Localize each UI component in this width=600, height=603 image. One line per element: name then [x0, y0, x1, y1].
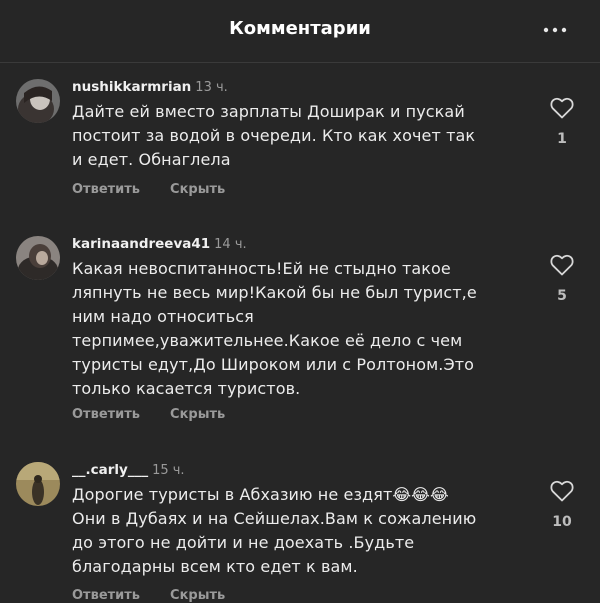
like-count: 1 — [557, 131, 567, 147]
heart-outline-icon[interactable] — [550, 480, 574, 502]
reply-button[interactable]: Ответить — [72, 588, 140, 603]
comment-meta: karinaandreeva41 14 ч. — [72, 236, 247, 252]
reply-button[interactable]: Ответить — [72, 407, 140, 422]
comment-time: 13 ч. — [195, 80, 228, 95]
header-divider — [0, 62, 600, 63]
avatar[interactable] — [16, 79, 60, 123]
comment-text: Какая невоспитанность!Ей не стыдно такое… — [72, 259, 477, 398]
heart-outline-icon[interactable] — [550, 97, 574, 119]
like-control: 10 — [548, 480, 576, 530]
heart-outline-icon[interactable] — [550, 254, 574, 276]
comment-text: Дайте ей вместо зарплаты Доширак и пуска… — [72, 102, 476, 169]
comment-actions: Ответить Скрыть — [72, 182, 255, 197]
like-count: 10 — [552, 514, 572, 530]
comment-actions: Ответить Скрыть — [72, 588, 255, 603]
username[interactable]: karinaandreeva41 — [72, 236, 210, 252]
hide-button[interactable]: Скрыть — [170, 407, 225, 422]
username[interactable]: nushikkarmrian — [72, 79, 191, 95]
like-control: 5 — [548, 254, 576, 304]
page-title: Комментарии — [229, 18, 371, 39]
avatar[interactable] — [16, 236, 60, 280]
hide-button[interactable]: Скрыть — [170, 182, 225, 197]
comment-meta: __.carly___ 15 ч. — [72, 462, 185, 478]
more-options-button[interactable] — [540, 18, 570, 42]
avatar[interactable] — [16, 462, 60, 506]
more-horizontal-icon — [543, 27, 567, 33]
comment-time: 14 ч. — [214, 237, 247, 252]
username[interactable]: __.carly___ — [72, 462, 148, 478]
comment-meta: nushikkarmrian 13 ч. — [72, 79, 228, 95]
comment-time: 15 ч. — [152, 463, 185, 478]
reply-button[interactable]: Ответить — [72, 182, 140, 197]
comment-text: Дорогие туристы в Абхазию не ездят😂😂😂 Он… — [72, 485, 477, 576]
like-count: 5 — [557, 288, 567, 304]
hide-button[interactable]: Скрыть — [170, 588, 225, 603]
like-control: 1 — [548, 97, 576, 147]
comments-header: Комментарии — [0, 0, 600, 62]
comment-actions: Ответить Скрыть — [72, 407, 255, 422]
